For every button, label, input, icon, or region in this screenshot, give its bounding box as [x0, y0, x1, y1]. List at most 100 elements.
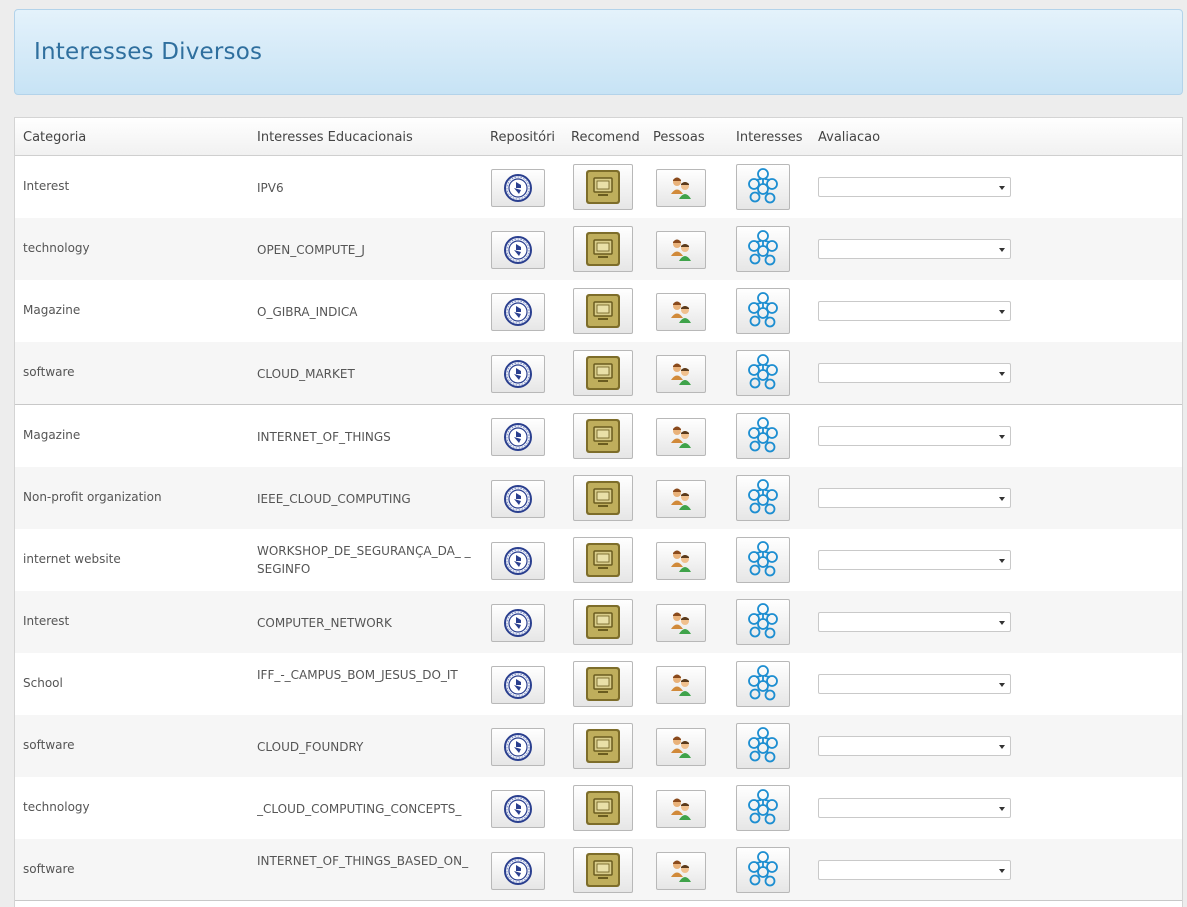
- interesses-button[interactable]: [736, 226, 790, 272]
- pessoas-button[interactable]: [656, 790, 706, 828]
- repositorio-button[interactable]: [491, 604, 545, 642]
- recomendacao-button[interactable]: [573, 226, 633, 272]
- repository-seal-icon: [504, 360, 532, 388]
- repositorio-button[interactable]: [491, 231, 545, 269]
- repository-seal-icon: [504, 857, 532, 885]
- interesses-button[interactable]: [736, 413, 790, 459]
- avaliacao-select[interactable]: [818, 550, 1011, 570]
- col-header-interesses-educacionais[interactable]: Interesses Educacionais: [257, 130, 477, 145]
- recomendacao-button[interactable]: [573, 599, 633, 645]
- recommendation-monitor-icon: [586, 356, 620, 390]
- pessoas-button[interactable]: [656, 666, 706, 704]
- avaliacao-select[interactable]: [818, 301, 1011, 321]
- col-header-pessoas[interactable]: Pessoas: [653, 130, 725, 145]
- pessoas-button[interactable]: [656, 231, 706, 269]
- chevron-down-icon: [999, 621, 1005, 625]
- avaliacao-select[interactable]: [818, 363, 1011, 383]
- recomendacao-button[interactable]: [573, 661, 633, 707]
- col-header-recomend[interactable]: Recomend: [571, 130, 649, 145]
- people-icon: [671, 177, 691, 199]
- avaliacao-select[interactable]: [818, 860, 1011, 880]
- interesses-button[interactable]: [736, 164, 790, 210]
- avaliacao-select[interactable]: [818, 798, 1011, 818]
- repository-seal-icon: [504, 609, 532, 637]
- interests-table: Categoria Interesses Educacionais Reposi…: [14, 117, 1183, 907]
- recomendacao-button[interactable]: [573, 413, 633, 459]
- col-header-interesses[interactable]: Interesses: [736, 130, 810, 145]
- recomendacao-button[interactable]: [573, 785, 633, 831]
- avaliacao-select[interactable]: [818, 612, 1011, 632]
- pessoas-button[interactable]: [656, 293, 706, 331]
- repository-seal-icon: [504, 298, 532, 326]
- repositorio-button[interactable]: [491, 355, 545, 393]
- cell-interesse: COMPUTER_NETWORK: [257, 616, 392, 630]
- chevron-down-icon: [999, 869, 1005, 873]
- cell-categoria: Non-profit organization: [23, 490, 162, 504]
- recomendacao-button[interactable]: [573, 475, 633, 521]
- repositorio-button[interactable]: [491, 728, 545, 766]
- table-bottom-divider: [15, 900, 1182, 901]
- repositorio-button[interactable]: [491, 480, 545, 518]
- avaliacao-select[interactable]: [818, 177, 1011, 197]
- pessoas-button[interactable]: [656, 852, 706, 890]
- interesses-button[interactable]: [736, 847, 790, 893]
- recomendacao-button[interactable]: [573, 350, 633, 396]
- interests-network-icon: [748, 479, 778, 515]
- table-row: internet website WORKSHOP_DE_SEGURANÇA_D…: [15, 529, 1182, 591]
- pessoas-button[interactable]: [656, 728, 706, 766]
- pessoas-button[interactable]: [656, 542, 706, 580]
- cell-interesse: CLOUD_FOUNDRY: [257, 740, 364, 754]
- avaliacao-select[interactable]: [818, 736, 1011, 756]
- interesses-button[interactable]: [736, 661, 790, 707]
- cell-categoria: software: [23, 738, 75, 752]
- col-header-categoria[interactable]: Categoria: [23, 130, 243, 145]
- interesses-button[interactable]: [736, 350, 790, 396]
- avaliacao-select[interactable]: [818, 426, 1011, 446]
- col-header-repositorio[interactable]: Repositóri: [490, 130, 566, 145]
- cell-interesse: WORKSHOP_DE_SEGURANÇA_DA_ _SEGINFO: [257, 544, 471, 576]
- repository-seal-icon: [504, 547, 532, 575]
- recomendacao-button[interactable]: [573, 537, 633, 583]
- chevron-down-icon: [999, 310, 1005, 314]
- interesses-button[interactable]: [736, 785, 790, 831]
- table-row: software CLOUD_FOUNDRY: [15, 715, 1182, 777]
- cell-interesse: IPV6: [257, 181, 284, 195]
- recomendacao-button[interactable]: [573, 288, 633, 334]
- cell-interesse: OPEN_COMPUTE_J: [257, 243, 365, 257]
- repositorio-button[interactable]: [491, 852, 545, 890]
- col-header-avaliacao[interactable]: Avaliacao: [818, 130, 968, 145]
- avaliacao-select[interactable]: [818, 488, 1011, 508]
- repositorio-button[interactable]: [491, 542, 545, 580]
- interesses-button[interactable]: [736, 599, 790, 645]
- repositorio-button[interactable]: [491, 666, 545, 704]
- interesses-button[interactable]: [736, 475, 790, 521]
- interests-network-icon: [748, 541, 778, 577]
- interesses-button[interactable]: [736, 537, 790, 583]
- repositorio-button[interactable]: [491, 169, 545, 207]
- repositorio-button[interactable]: [491, 418, 545, 456]
- avaliacao-select[interactable]: [818, 239, 1011, 259]
- recomendacao-button[interactable]: [573, 164, 633, 210]
- recomendacao-button[interactable]: [573, 723, 633, 769]
- people-icon: [671, 488, 691, 510]
- repositorio-button[interactable]: [491, 293, 545, 331]
- pessoas-button[interactable]: [656, 480, 706, 518]
- interests-network-icon: [748, 789, 778, 825]
- interesses-button[interactable]: [736, 723, 790, 769]
- interesses-button[interactable]: [736, 288, 790, 334]
- pessoas-button[interactable]: [656, 418, 706, 456]
- pessoas-button[interactable]: [656, 604, 706, 642]
- recomendacao-button[interactable]: [573, 847, 633, 893]
- avaliacao-select[interactable]: [818, 674, 1011, 694]
- recommendation-monitor-icon: [586, 605, 620, 639]
- cell-categoria: Interest: [23, 179, 70, 193]
- interests-network-icon: [748, 851, 778, 887]
- table-row: Magazine INTERNET_OF_THINGS: [15, 404, 1182, 466]
- repositorio-button[interactable]: [491, 790, 545, 828]
- pessoas-button[interactable]: [656, 355, 706, 393]
- repository-seal-icon: [504, 795, 532, 823]
- people-icon: [671, 301, 691, 323]
- repository-seal-icon: [504, 671, 532, 699]
- pessoas-button[interactable]: [656, 169, 706, 207]
- recommendation-monitor-icon: [586, 170, 620, 204]
